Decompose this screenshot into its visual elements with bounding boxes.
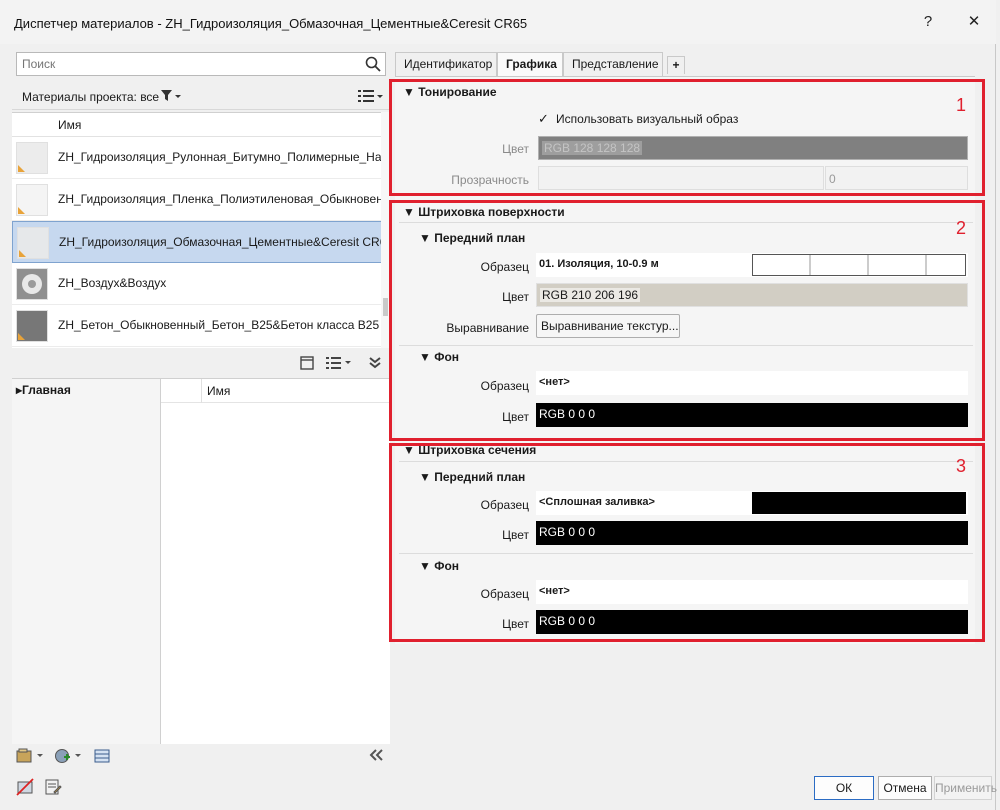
material-thumbnail (17, 227, 49, 259)
material-name: ZH_Воздух&Воздух (58, 276, 167, 290)
project-materials-filter-label: Материалы проекта: все (22, 90, 160, 104)
collapse-chevron-icon[interactable] (368, 356, 382, 373)
library-name-column-header[interactable]: Имя (207, 384, 230, 398)
material-name: ZH_Бетон_Обыкновенный_Бетон_B25&Бетон кл… (58, 318, 390, 332)
air-material-icon (22, 274, 42, 294)
tree-node-main[interactable]: ▸Главная (16, 383, 71, 397)
material-name: ZH_Гидроизоляция_Рулонная_Битумно_Полиме… (58, 150, 389, 164)
materials-list: Имя ZH_Гидроизоляция_Рулонная_Битумно_По… (12, 112, 390, 348)
name-column-header[interactable]: Имя (58, 118, 81, 132)
warning-corner-icon (19, 250, 26, 257)
annotation-box-2 (389, 200, 985, 441)
library-toolbar (12, 352, 390, 378)
material-name: ZH_Гидроизоляция_Обмазочная_Цементные&Ce… (59, 235, 387, 249)
annotation-number-2: 2 (956, 218, 967, 238)
collapse-left-icon[interactable] (368, 748, 384, 765)
asset-browser-icon[interactable] (94, 748, 110, 767)
list-item[interactable]: ZH_Гидроизоляция_Рулонная_Битумно_Полиме… (12, 137, 390, 179)
material-thumbnail (16, 268, 48, 300)
project-materials-bar: Материалы проекта: все (12, 84, 390, 110)
list-item[interactable]: ZH_Бетон_Обыкновенный_Бетон_B25&Бетон кл… (12, 305, 390, 347)
annotation-number-1: 1 (956, 95, 967, 115)
search-input[interactable] (17, 53, 357, 75)
filter-icon[interactable] (160, 89, 182, 106)
hide-library-icon[interactable] (16, 778, 34, 796)
warning-corner-icon (18, 333, 25, 340)
add-tab-button[interactable]: + (667, 56, 685, 74)
toggle-library-panel-icon[interactable] (300, 356, 314, 373)
list-view-options-icon[interactable] (358, 88, 384, 107)
tab-appearance[interactable]: Представление (563, 52, 663, 76)
warning-corner-icon (18, 165, 25, 172)
search-box[interactable] (16, 52, 386, 76)
material-thumbnail (16, 184, 48, 216)
material-browser-dialog: Диспетчер материалов - ZH_Гидроизоляция_… (0, 0, 997, 810)
window-title: Диспетчер материалов - ZH_Гидроизоляция_… (14, 16, 528, 31)
tab-graphics[interactable]: Графика (497, 52, 563, 76)
apply-button[interactable]: Применить (934, 776, 997, 800)
list-item-selected[interactable]: ZH_Гидроизоляция_Обмазочная_Цементные&Ce… (12, 221, 390, 263)
help-button[interactable]: ? (916, 10, 940, 34)
cancel-button[interactable]: Отмена (878, 776, 932, 800)
material-editor-icon[interactable] (44, 778, 62, 796)
library-header[interactable]: Имя (161, 379, 390, 403)
warning-corner-icon (18, 207, 25, 214)
list-item[interactable]: ZH_Гидроизоляция_Пленка_Полиэтиленовая_О… (12, 179, 390, 221)
close-button[interactable]: ✕ (962, 10, 986, 34)
material-name: ZH_Гидроизоляция_Пленка_Полиэтиленовая_О… (58, 192, 383, 206)
annotation-box-3 (389, 443, 985, 642)
scrollbar-thumb[interactable] (383, 298, 388, 316)
create-material-icon[interactable] (54, 748, 86, 767)
dialog-footer: ОК Отмена Применить (0, 770, 997, 810)
ok-button[interactable]: ОК (814, 776, 874, 800)
library-items: Имя (160, 378, 390, 744)
library-tree: ▸Главная (12, 378, 160, 744)
library-bottom-toolbar (12, 744, 390, 770)
list-item[interactable]: ZH_Воздух&Воздух (12, 263, 390, 305)
material-library-icon[interactable] (16, 748, 48, 767)
material-thumbnail (16, 142, 48, 174)
annotation-number-3: 3 (956, 456, 967, 476)
annotation-box-1 (389, 79, 985, 196)
library-view-options-icon[interactable] (326, 356, 354, 373)
title-bar: Диспетчер материалов - ZH_Гидроизоляция_… (0, 0, 996, 44)
column-separator (201, 379, 202, 403)
search-icon[interactable] (364, 55, 382, 73)
material-thumbnail (16, 310, 48, 342)
material-list-panel: Материалы проекта: все Имя ZH_Гидроизоля… (12, 48, 390, 770)
materials-list-header[interactable]: Имя (12, 113, 390, 137)
tab-identity[interactable]: Идентификатор (395, 52, 497, 76)
